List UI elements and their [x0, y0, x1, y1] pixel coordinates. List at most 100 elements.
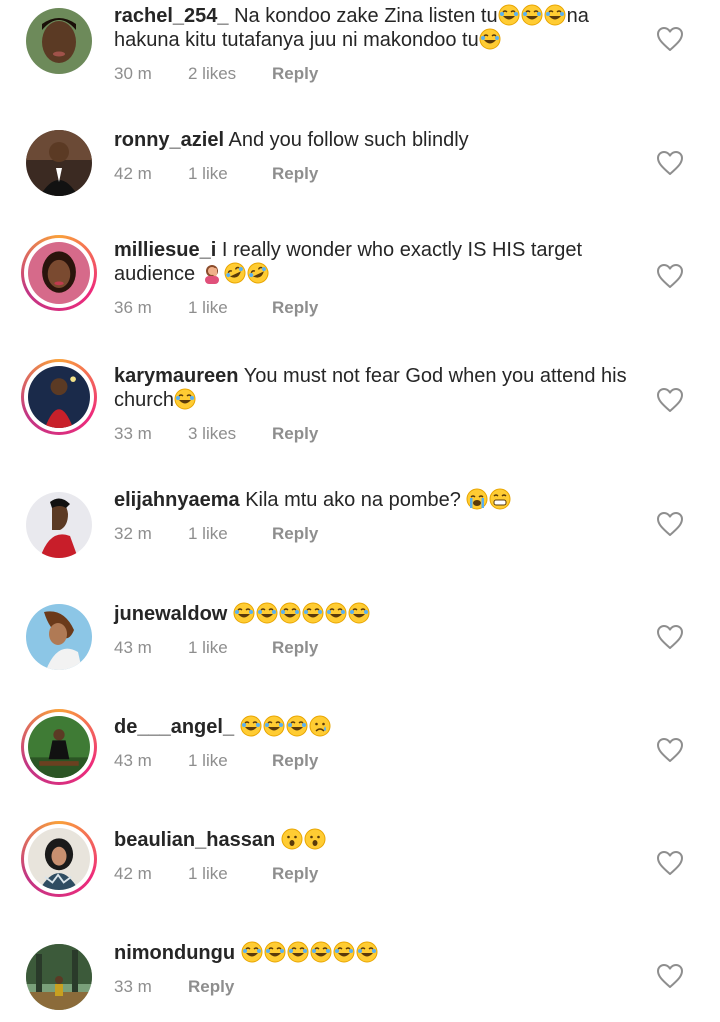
reply-button[interactable]: Reply: [272, 164, 318, 184]
reply-button[interactable]: Reply: [272, 524, 318, 544]
like-count[interactable]: 1 like: [188, 298, 272, 318]
heart-outline-icon[interactable]: [656, 624, 684, 650]
username[interactable]: rachel_254_: [114, 5, 229, 27]
comment-meta: 30 m 2 likes Reply: [114, 64, 634, 84]
comment-meta: 32 m 1 like Reply: [114, 524, 634, 544]
joy-emoji-icon: [348, 602, 370, 624]
avatar-with-story-ring[interactable]: [21, 709, 97, 785]
like-count[interactable]: 1 like: [188, 864, 272, 884]
comment-text: milliesue_i I really wonder who exactly …: [114, 238, 634, 286]
comment-text: karymaureen You must not fear God when y…: [114, 364, 634, 412]
comment-body: junewaldow 43 m 1 like Reply: [114, 602, 634, 658]
joy-emoji-icon: [279, 602, 301, 624]
comment-meta: 36 m 1 like Reply: [114, 298, 634, 318]
username[interactable]: junewaldow: [114, 603, 227, 625]
avatar[interactable]: [26, 130, 92, 196]
reply-button[interactable]: Reply: [272, 64, 318, 84]
comment-meta: 42 m 1 like Reply: [114, 864, 634, 884]
reply-button[interactable]: Reply: [272, 751, 318, 771]
comment-timestamp: 32 m: [114, 524, 152, 543]
avatar-image: [28, 716, 90, 778]
joy-emoji-icon: [263, 715, 285, 737]
comment-message: [281, 828, 327, 851]
comment-meta: 43 m 1 like Reply: [114, 638, 634, 658]
avatar-image: [26, 492, 92, 558]
username[interactable]: de___angel_: [114, 716, 234, 738]
like-count[interactable]: 2 likes: [188, 64, 272, 84]
wow-emoji-icon: [304, 828, 326, 850]
comment-body: beaulian_hassan 42 m 1 like Reply: [114, 828, 634, 884]
facepalm-emoji-icon: [201, 262, 223, 284]
avatar[interactable]: [26, 492, 92, 558]
joy-emoji-icon: [233, 602, 255, 624]
avatar-image: [28, 366, 90, 428]
joy-emoji-icon: [521, 4, 543, 26]
like-count[interactable]: 1 like: [188, 164, 272, 184]
username[interactable]: karymaureen: [114, 365, 239, 387]
comment-text: rachel_254_ Na kondoo zake Zina listen t…: [114, 4, 634, 52]
comment-meta: 42 m 1 like Reply: [114, 164, 634, 184]
comment-timestamp: 36 m: [114, 298, 152, 317]
joy-emoji-icon: [264, 941, 286, 963]
like-count[interactable]: 3 likes: [188, 424, 272, 444]
heart-outline-icon[interactable]: [656, 387, 684, 413]
comment-timestamp: 30 m: [114, 64, 152, 83]
comment-body: milliesue_i I really wonder who exactly …: [114, 238, 634, 318]
cry-emoji-icon: [466, 488, 488, 510]
username[interactable]: elijahnyaema: [114, 489, 240, 511]
comments-list: rachel_254_ Na kondoo zake Zina listen t…: [0, 0, 720, 1022]
comment-message: [233, 602, 371, 625]
avatar[interactable]: [26, 944, 92, 1010]
heart-outline-icon[interactable]: [656, 963, 684, 989]
heart-outline-icon[interactable]: [656, 737, 684, 763]
joy-emoji-icon: [325, 602, 347, 624]
like-count[interactable]: 1 like: [188, 524, 272, 544]
reply-button[interactable]: Reply: [272, 298, 318, 318]
comment-meta: 43 m 1 like Reply: [114, 751, 634, 771]
comment-text-run: Kila mtu ako na pombe?: [245, 489, 467, 511]
username[interactable]: nimondungu: [114, 942, 235, 964]
comment-text: ronny_aziel And you follow such blindly: [114, 128, 634, 152]
rofl-emoji-icon: [247, 262, 269, 284]
comment-body: ronny_aziel And you follow such blindly 4…: [114, 128, 634, 184]
username[interactable]: ronny_aziel: [114, 129, 224, 151]
joy-emoji-icon: [286, 715, 308, 737]
comment-timestamp: 43 m: [114, 638, 152, 657]
comment-text: de___angel_: [114, 715, 634, 739]
comment-meta: 33 m 3 likes Reply: [114, 424, 634, 444]
avatar-image: [26, 130, 92, 196]
heart-outline-icon[interactable]: [656, 263, 684, 289]
username[interactable]: beaulian_hassan: [114, 829, 275, 851]
comment-timestamp: 33 m: [114, 424, 152, 443]
joy-emoji-icon: [240, 715, 262, 737]
comment-message: [240, 715, 332, 738]
comment-meta: 33 m Reply: [114, 977, 634, 997]
grin-emoji-icon: [489, 488, 511, 510]
joy-emoji-icon: [356, 941, 378, 963]
joy-emoji-icon: [544, 4, 566, 26]
like-count[interactable]: 1 like: [188, 638, 272, 658]
joy-emoji-icon: [333, 941, 355, 963]
reply-button[interactable]: Reply: [188, 977, 234, 997]
avatar-image: [26, 944, 92, 1010]
reply-button[interactable]: Reply: [272, 638, 318, 658]
comment-body: de___angel_ 43 m 1 like Reply: [114, 715, 634, 771]
username[interactable]: milliesue_i: [114, 239, 216, 261]
heart-outline-icon[interactable]: [656, 850, 684, 876]
comment-timestamp: 33 m: [114, 977, 152, 996]
avatar-with-story-ring[interactable]: [21, 359, 97, 435]
reply-button[interactable]: Reply: [272, 864, 318, 884]
comment-text: elijahnyaema Kila mtu ako na pombe?: [114, 488, 634, 512]
heart-outline-icon[interactable]: [656, 150, 684, 176]
avatar-with-story-ring[interactable]: [21, 235, 97, 311]
avatar-image: [26, 8, 92, 74]
avatar-with-story-ring[interactable]: [21, 821, 97, 897]
comment-message: And you follow such blindly: [229, 129, 469, 151]
avatar[interactable]: [26, 604, 92, 670]
reply-button[interactable]: Reply: [272, 424, 318, 444]
joy-emoji-icon: [479, 28, 501, 50]
heart-outline-icon[interactable]: [656, 511, 684, 537]
like-count[interactable]: 1 like: [188, 751, 272, 771]
heart-outline-icon[interactable]: [656, 26, 684, 52]
avatar[interactable]: [26, 8, 92, 74]
